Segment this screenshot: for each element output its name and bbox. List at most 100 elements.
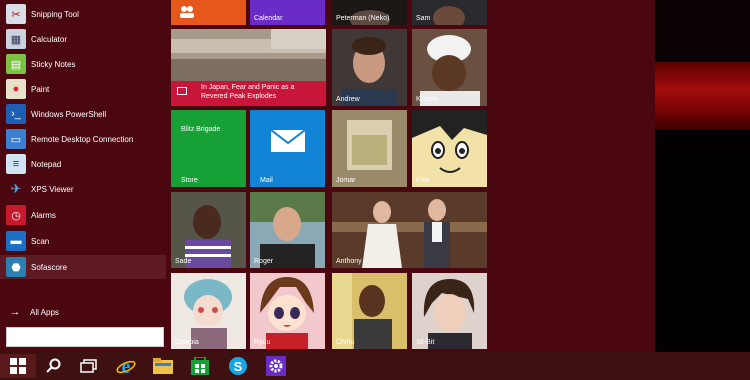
store-tile[interactable]: Blitz Brigade Store	[171, 110, 246, 187]
contact-photo	[332, 29, 407, 106]
contact-label: Andrew	[336, 96, 360, 103]
app-item-notepad[interactable]: ≡ Notepad	[0, 152, 166, 176]
search-box[interactable]	[6, 327, 164, 347]
start-button[interactable]	[0, 354, 36, 378]
contact-label: Celebia	[175, 339, 199, 346]
sofascore-icon: ⬣	[6, 257, 26, 277]
store-button[interactable]	[183, 354, 217, 378]
task-view-button[interactable]	[72, 354, 106, 378]
contact-tile-kristen[interactable]: Kristen	[412, 29, 487, 106]
contact-tile-jomar[interactable]: Jomar	[332, 110, 407, 187]
app-item-label: Windows PowerShell	[31, 109, 107, 119]
internet-explorer-icon: e	[116, 356, 136, 376]
contact-photo	[250, 192, 325, 268]
task-view-icon	[80, 359, 97, 373]
file-explorer-icon	[153, 358, 173, 374]
remote-desktop-icon: ▭	[6, 129, 26, 149]
palette-icon: ●	[6, 79, 26, 99]
news-icon	[177, 87, 187, 95]
contact-label: Chihu	[336, 339, 355, 346]
skype-icon: S	[229, 357, 247, 375]
app-item-paint[interactable]: ● Paint	[0, 77, 166, 101]
internet-explorer-button[interactable]: e	[109, 354, 143, 378]
skype-button[interactable]: S	[221, 354, 255, 378]
wallpaper-top-band	[655, 0, 750, 62]
contact-photo	[332, 273, 407, 349]
contact-photo	[171, 192, 246, 268]
contact-label: Sam	[416, 15, 431, 22]
app-item-label: Remote Desktop Connection	[31, 134, 134, 144]
wallpaper-red-band	[655, 62, 750, 130]
calendar-tile[interactable]: Calendar	[250, 0, 325, 25]
windows-logo-icon	[10, 358, 26, 374]
app-item-label: Notepad	[31, 159, 62, 169]
app-item-label: Scan	[31, 236, 50, 246]
contact-tile-andrew[interactable]: Andrew	[332, 29, 407, 106]
contact-tile-anthony[interactable]: Anthony	[332, 192, 487, 268]
contact-tile-peterman[interactable]: Peterman (Neko)	[332, 0, 407, 25]
contact-tile-celebia[interactable]: Celebia	[171, 273, 246, 349]
arrow-right-icon: →	[9, 306, 21, 318]
wallpaper-dark-band	[655, 130, 750, 352]
contact-tile-sade[interactable]: Sade	[171, 192, 246, 268]
contact-tile-16-bit[interactable]: 16-Bit	[412, 273, 487, 349]
app-item-sticky-notes[interactable]: ▤ Sticky Notes	[0, 52, 166, 76]
contact-label: 16-Bit	[416, 339, 435, 346]
app-item-label: Paint	[31, 84, 50, 94]
news-tile[interactable]: In Japan, Fear and Panic as a Revered Pe…	[171, 29, 326, 106]
taskbar: e S	[0, 352, 750, 380]
app-item-snipping-tool[interactable]: ✂ Snipping Tool	[0, 2, 166, 26]
contact-photo	[332, 110, 407, 187]
notepad-icon: ≡	[6, 154, 26, 174]
search-icon	[46, 358, 61, 373]
contact-tile-sam[interactable]: Sam	[412, 0, 487, 25]
app-item-remote-desktop[interactable]: ▭ Remote Desktop Connection	[0, 127, 166, 151]
contact-label: Kiss	[416, 177, 430, 184]
file-explorer-button[interactable]	[146, 354, 180, 378]
settings-button[interactable]	[259, 354, 293, 378]
app-item-label: Snipping Tool	[31, 9, 79, 19]
all-apps-button[interactable]: → All Apps	[6, 303, 156, 321]
start-menu: ✂ Snipping Tool ▦ Calculator ▤ Sticky No…	[0, 0, 655, 352]
search-input[interactable]	[11, 329, 161, 345]
app-item-label: Sofascore	[31, 262, 68, 272]
app-item-calculator[interactable]: ▦ Calculator	[0, 27, 166, 51]
calculator-icon: ▦	[6, 29, 26, 49]
search-button[interactable]	[37, 354, 71, 378]
settings-gear-icon	[266, 356, 286, 376]
contact-label: Sade	[175, 258, 192, 265]
alarm-clock-icon: ◷	[6, 205, 26, 225]
plane-icon: ✈	[10, 181, 22, 196]
svg-text:e: e	[122, 356, 131, 376]
app-item-windows-powershell[interactable]: ›_ Windows PowerShell	[0, 102, 166, 126]
app-item-xps-viewer[interactable]: ✈ XPS Viewer	[0, 177, 166, 201]
app-item-alarms[interactable]: ◷ Alarms	[0, 203, 166, 227]
contact-tile-kiss[interactable]: Kiss	[412, 110, 487, 187]
store-app-name: Blitz Brigade	[181, 126, 221, 133]
mail-tile[interactable]: Mail	[250, 110, 325, 187]
contact-tile-ryuu[interactable]: Ryuu	[250, 273, 325, 349]
app-item-scan[interactable]: ▬ Scan	[0, 229, 166, 253]
contact-photo	[250, 273, 325, 349]
news-headline: In Japan, Fear and Panic as a Revered Pe…	[201, 84, 295, 100]
scissors-icon: ✂	[6, 4, 26, 24]
app-item-label: Sticky Notes	[31, 59, 76, 69]
contact-photo	[332, 192, 487, 268]
contact-tile-roger[interactable]: Roger	[250, 192, 325, 268]
contact-label: Anthony	[336, 258, 362, 265]
all-apps-label: All Apps	[30, 307, 59, 317]
calendar-label: Calendar	[254, 15, 283, 22]
app-list: ✂ Snipping Tool ▦ Calculator ▤ Sticky No…	[0, 0, 166, 352]
contact-label: Jomar	[336, 177, 356, 184]
terminal-icon: ›_	[6, 104, 26, 124]
contact-photo	[412, 29, 487, 106]
people-icon	[180, 6, 194, 18]
contact-tile-chihu[interactable]: Chihu	[332, 273, 407, 349]
contact-photo	[412, 273, 487, 349]
app-item-label: XPS Viewer	[31, 184, 74, 194]
contact-label: Kristen	[416, 96, 438, 103]
app-item-sofascore[interactable]: ⬣ Sofascore	[0, 255, 166, 279]
app-item-label: Calculator	[31, 34, 68, 44]
contact-photo	[412, 110, 487, 187]
people-tile[interactable]	[171, 0, 246, 25]
